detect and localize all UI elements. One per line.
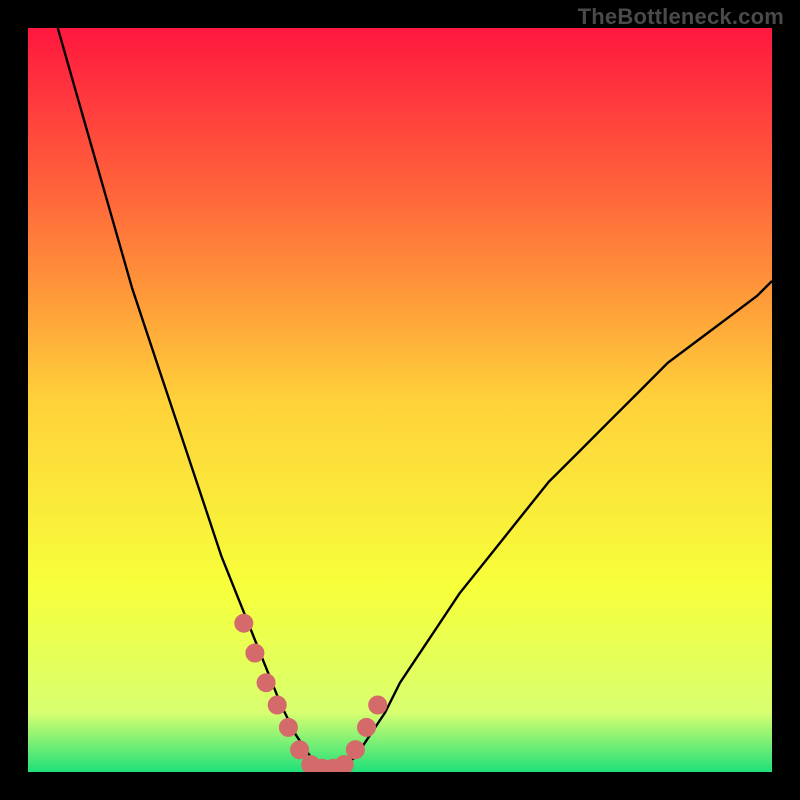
emphasis-marker bbox=[291, 741, 309, 759]
emphasis-marker bbox=[246, 644, 264, 662]
emphasis-marker bbox=[235, 614, 253, 632]
emphasis-marker bbox=[279, 718, 297, 736]
chart-svg bbox=[28, 28, 772, 772]
bottleneck-curve bbox=[58, 28, 772, 768]
emphasis-marker bbox=[358, 718, 376, 736]
emphasis-marker bbox=[335, 756, 353, 772]
attribution-text: TheBottleneck.com bbox=[578, 4, 784, 30]
emphasis-marker bbox=[268, 696, 286, 714]
stage: TheBottleneck.com bbox=[0, 0, 800, 800]
emphasis-marker bbox=[346, 741, 364, 759]
emphasis-marker bbox=[257, 674, 275, 692]
chart-plot-area bbox=[28, 28, 772, 772]
emphasis-marker bbox=[369, 696, 387, 714]
